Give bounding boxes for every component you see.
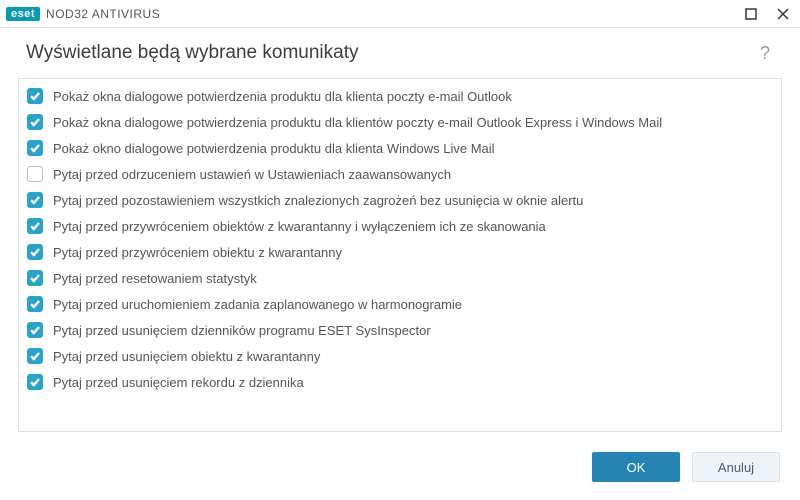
check-icon (29, 298, 41, 310)
brand-badge: eset (6, 7, 40, 21)
list-item-label: Pytaj przed usunięciem rekordu z dzienni… (53, 375, 304, 390)
check-icon (29, 350, 41, 362)
help-button[interactable]: ? (756, 43, 774, 64)
checkbox[interactable] (27, 244, 43, 260)
list-item[interactable]: Pytaj przed uruchomieniem zadania zaplan… (19, 291, 781, 317)
maximize-button[interactable] (740, 3, 762, 25)
check-icon (29, 220, 41, 232)
checkbox[interactable] (27, 114, 43, 130)
list-item-label: Pytaj przed usunięciem dzienników progra… (53, 323, 431, 338)
close-icon (777, 8, 789, 20)
list-item-label: Pokaż okno dialogowe potwierdzenia produ… (53, 141, 495, 156)
options-list-container: Pokaż okna dialogowe potwierdzenia produ… (18, 78, 782, 432)
list-item[interactable]: Pokaż okna dialogowe potwierdzenia produ… (19, 109, 781, 135)
titlebar: eset NOD32 ANTIVIRUS (0, 0, 800, 28)
page-title: Wyświetlane będą wybrane komunikaty (26, 42, 359, 64)
list-item-label: Pokaż okna dialogowe potwierdzenia produ… (53, 115, 662, 130)
check-icon (29, 116, 41, 128)
list-item[interactable]: Pytaj przed usunięciem rekordu z dzienni… (19, 369, 781, 395)
list-item[interactable]: Pokaż okna dialogowe potwierdzenia produ… (19, 83, 781, 109)
list-item-label: Pytaj przed odrzuceniem ustawień w Ustaw… (53, 167, 451, 182)
list-item[interactable]: Pytaj przed usunięciem dzienników progra… (19, 317, 781, 343)
list-item-label: Pytaj przed resetowaniem statystyk (53, 271, 257, 286)
list-item-label: Pokaż okna dialogowe potwierdzenia produ… (53, 89, 512, 104)
checkbox[interactable] (27, 192, 43, 208)
list-item-label: Pytaj przed uruchomieniem zadania zaplan… (53, 297, 462, 312)
list-item[interactable]: Pytaj przed pozostawieniem wszystkich zn… (19, 187, 781, 213)
check-icon (29, 142, 41, 154)
list-item[interactable]: Pytaj przed przywróceniem obiektu z kwar… (19, 239, 781, 265)
checkbox[interactable] (27, 88, 43, 104)
dialog-header: Wyświetlane będą wybrane komunikaty ? (0, 28, 800, 68)
brand: eset NOD32 ANTIVIRUS (6, 7, 160, 21)
checkbox[interactable] (27, 348, 43, 364)
list-item[interactable]: Pytaj przed odrzuceniem ustawień w Ustaw… (19, 161, 781, 187)
check-icon (29, 194, 41, 206)
check-icon (29, 376, 41, 388)
check-icon (29, 246, 41, 258)
list-item-label: Pytaj przed przywróceniem obiektu z kwar… (53, 245, 342, 260)
checkbox[interactable] (27, 296, 43, 312)
checkbox[interactable] (27, 218, 43, 234)
checkbox[interactable] (27, 140, 43, 156)
list-item-label: Pytaj przed usunięciem obiektu z kwarant… (53, 349, 320, 364)
dialog-footer: OK Anuluj (0, 438, 800, 500)
checkbox[interactable] (27, 270, 43, 286)
ok-button[interactable]: OK (592, 452, 680, 482)
list-item[interactable]: Pytaj przed przywróceniem obiektów z kwa… (19, 213, 781, 239)
list-item-label: Pytaj przed pozostawieniem wszystkich zn… (53, 193, 583, 208)
list-item[interactable]: Pytaj przed resetowaniem statystyk (19, 265, 781, 291)
window-controls (740, 3, 794, 25)
maximize-icon (745, 8, 757, 20)
list-item-label: Pytaj przed przywróceniem obiektów z kwa… (53, 219, 546, 234)
checkbox[interactable] (27, 166, 43, 182)
options-list[interactable]: Pokaż okna dialogowe potwierdzenia produ… (19, 79, 781, 431)
list-item[interactable]: Pokaż okno dialogowe potwierdzenia produ… (19, 135, 781, 161)
checkbox[interactable] (27, 374, 43, 390)
close-button[interactable] (772, 3, 794, 25)
cancel-button[interactable]: Anuluj (692, 452, 780, 482)
brand-product: NOD32 ANTIVIRUS (46, 7, 160, 21)
list-item[interactable]: Pytaj przed usunięciem obiektu z kwarant… (19, 343, 781, 369)
checkbox[interactable] (27, 322, 43, 338)
check-icon (29, 272, 41, 284)
check-icon (29, 90, 41, 102)
check-icon (29, 324, 41, 336)
